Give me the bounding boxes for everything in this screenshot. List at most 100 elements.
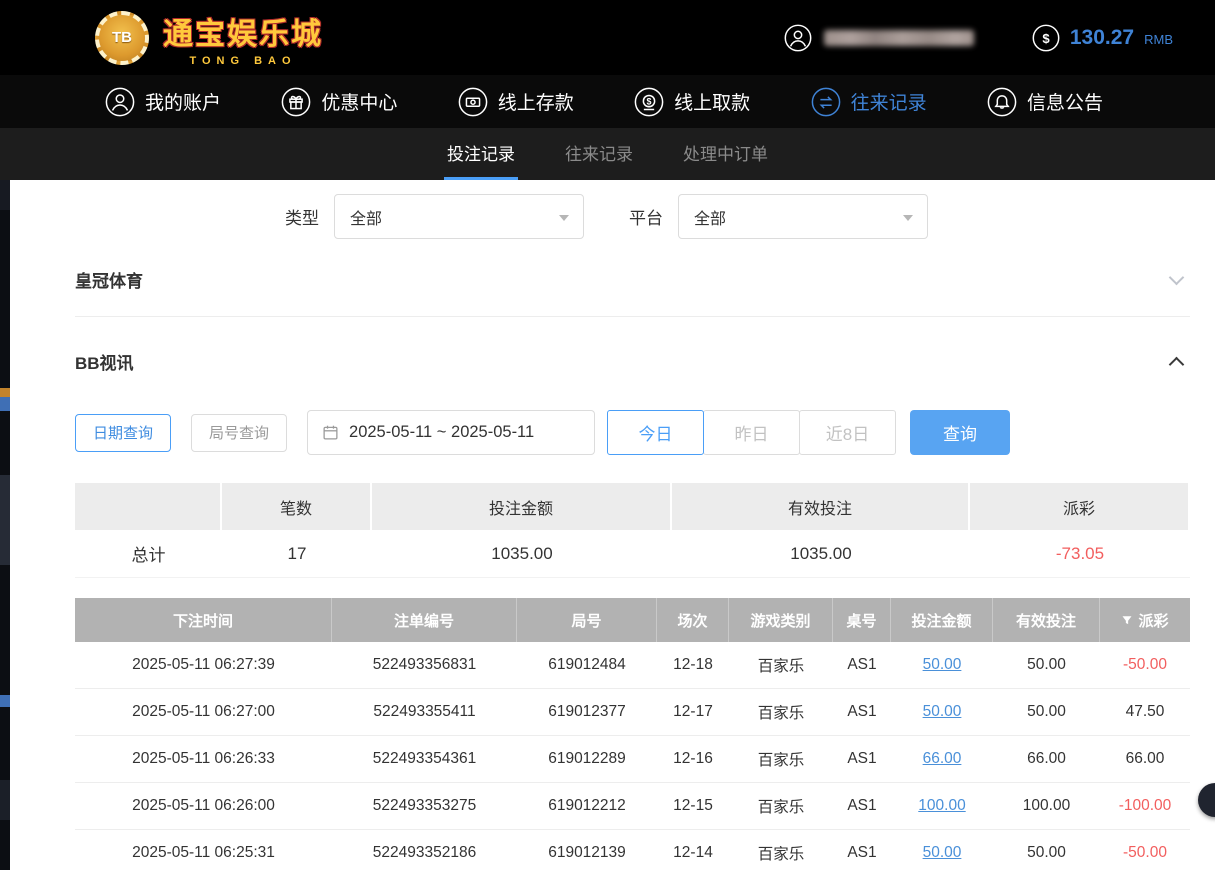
cell-session: 12-18 [657, 642, 729, 689]
cell-session: 12-14 [657, 830, 729, 870]
background-page-edge [0, 180, 10, 870]
cell-valid-bet: 66.00 [993, 736, 1100, 783]
last-8-days-button[interactable]: 近8日 [799, 410, 896, 455]
cell-payout: 47.50 [1100, 689, 1190, 736]
detail-header-payout: 派彩 [1100, 598, 1190, 642]
cell-valid-bet: 50.00 [993, 830, 1100, 870]
cell-payout: -50.00 [1100, 642, 1190, 689]
cell-time: 2025-05-11 06:27:39 [75, 642, 332, 689]
main-nav: 我的账户 优惠中心 线上存款 $ 线上取款 往来记录 [0, 75, 1215, 128]
nav-label: 线上取款 [674, 88, 750, 115]
nav-label: 优惠中心 [321, 88, 397, 115]
cell-valid-bet: 50.00 [993, 689, 1100, 736]
cell-time: 2025-05-11 06:26:00 [75, 783, 332, 830]
summary-header: 笔数 [222, 483, 372, 530]
detail-header: 下注时间 [75, 598, 332, 642]
sort-icon[interactable] [1121, 614, 1133, 626]
nav-item-promotions[interactable]: 优惠中心 [281, 87, 397, 117]
nav-label: 往来记录 [851, 88, 927, 115]
site-logo[interactable]: TB 通宝娱乐城 TONG BAO [95, 9, 323, 67]
nav-item-my-account[interactable]: 我的账户 [105, 87, 221, 117]
cell-round-no: 619012139 [517, 830, 657, 870]
cell-session: 12-15 [657, 783, 729, 830]
nav-item-online-deposit[interactable]: 线上存款 [458, 87, 574, 117]
section-title: BB视讯 [75, 349, 134, 374]
tab-bet-records[interactable]: 投注记录 [444, 128, 518, 180]
cell-valid-bet: 100.00 [993, 783, 1100, 830]
bet-amount-link[interactable]: 66.00 [923, 750, 962, 768]
cell-round-no: 619012212 [517, 783, 657, 830]
withdraw-icon: $ [634, 87, 664, 117]
nav-item-online-withdrawal[interactable]: $ 线上取款 [634, 87, 750, 117]
chevron-up-icon[interactable] [1169, 357, 1185, 373]
floating-widget[interactable] [1198, 783, 1215, 817]
cell-round-no: 619012289 [517, 736, 657, 783]
platform-filter-label: 平台 [629, 204, 663, 229]
summary-header [75, 483, 222, 530]
tab-processing-orders[interactable]: 处理中订单 [680, 128, 771, 180]
cell-order-no: 522493356831 [332, 642, 517, 689]
bet-amount-link[interactable]: 50.00 [923, 656, 962, 674]
tab-transactions[interactable]: 往来记录 [562, 128, 636, 180]
user-area: $ 130.27 RMB [784, 24, 1173, 52]
cell-time: 2025-05-11 06:25:31 [75, 830, 332, 870]
bet-amount-link[interactable]: 50.00 [923, 703, 962, 721]
gift-icon [281, 87, 311, 117]
search-button[interactable]: 查询 [910, 410, 1010, 455]
balance-currency: RMB [1144, 32, 1173, 47]
cell-order-no: 522493353275 [332, 783, 517, 830]
account-icon [105, 87, 135, 117]
bet-amount-link[interactable]: 100.00 [918, 797, 965, 815]
bell-icon [987, 87, 1017, 117]
cell-order-no: 522493352186 [332, 830, 517, 870]
chevron-down-icon[interactable] [1169, 270, 1185, 286]
platform-select[interactable]: 全部 [678, 194, 928, 239]
cell-order-no: 522493355411 [332, 689, 517, 736]
summary-table: 笔数 投注金额 有效投注 派彩 总计 17 1035.00 1035.00 -7… [75, 483, 1190, 578]
nav-label: 线上存款 [498, 88, 574, 115]
calendar-icon [322, 424, 339, 441]
cell-payout: -50.00 [1100, 830, 1190, 870]
user-avatar-icon[interactable] [784, 24, 812, 52]
wallet-dollar-icon[interactable]: $ [1032, 24, 1060, 52]
section-crown-sports[interactable]: 皇冠体育 [75, 267, 1190, 317]
section-bb-video[interactable]: BB视讯 [75, 349, 1190, 374]
deposit-icon [458, 87, 488, 117]
cell-table-no: AS1 [833, 689, 891, 736]
cell-table-no: AS1 [833, 830, 891, 870]
detail-table: 下注时间 注单编号 局号 场次 游戏类别 桌号 投注金额 有效投注 派彩 202… [75, 598, 1190, 870]
cell-table-no: AS1 [833, 642, 891, 689]
records-icon [811, 87, 841, 117]
cell-table-no: AS1 [833, 736, 891, 783]
balance-amount: 130.27 [1070, 26, 1134, 50]
casino-chip-icon: TB [95, 11, 149, 65]
round-query-button[interactable]: 局号查询 [191, 414, 287, 452]
yesterday-button[interactable]: 昨日 [703, 410, 800, 455]
type-select[interactable]: 全部 [334, 194, 584, 239]
date-query-button[interactable]: 日期查询 [75, 414, 171, 452]
platform-select-value: 全部 [694, 205, 726, 229]
nav-item-announcements[interactable]: 信息公告 [987, 87, 1103, 117]
summary-header: 投注金额 [372, 483, 672, 530]
filter-bar: 类型 全部 平台 全部 [285, 194, 1190, 239]
summary-valid-bet: 1035.00 [672, 530, 970, 578]
cell-game-type: 百家乐 [729, 689, 833, 736]
chevron-down-icon [559, 215, 569, 221]
cell-session: 12-16 [657, 736, 729, 783]
date-range-value: 2025-05-11 ~ 2025-05-11 [349, 423, 534, 442]
nav-label: 我的账户 [145, 88, 221, 115]
nav-label: 信息公告 [1027, 88, 1103, 115]
cell-session: 12-17 [657, 689, 729, 736]
bet-amount-link[interactable]: 50.00 [923, 844, 962, 862]
cell-payout: -100.00 [1100, 783, 1190, 830]
summary-header: 派彩 [970, 483, 1190, 530]
summary-header: 有效投注 [672, 483, 970, 530]
cell-game-type: 百家乐 [729, 736, 833, 783]
cell-payout: 66.00 [1100, 736, 1190, 783]
nav-item-transaction-records[interactable]: 往来记录 [811, 87, 927, 117]
today-button[interactable]: 今日 [607, 410, 704, 455]
section-title: 皇冠体育 [75, 267, 143, 292]
date-range-input[interactable]: 2025-05-11 ~ 2025-05-11 [307, 410, 595, 455]
sub-nav: 投注记录 往来记录 处理中订单 [0, 128, 1215, 180]
cell-table-no: AS1 [833, 783, 891, 830]
